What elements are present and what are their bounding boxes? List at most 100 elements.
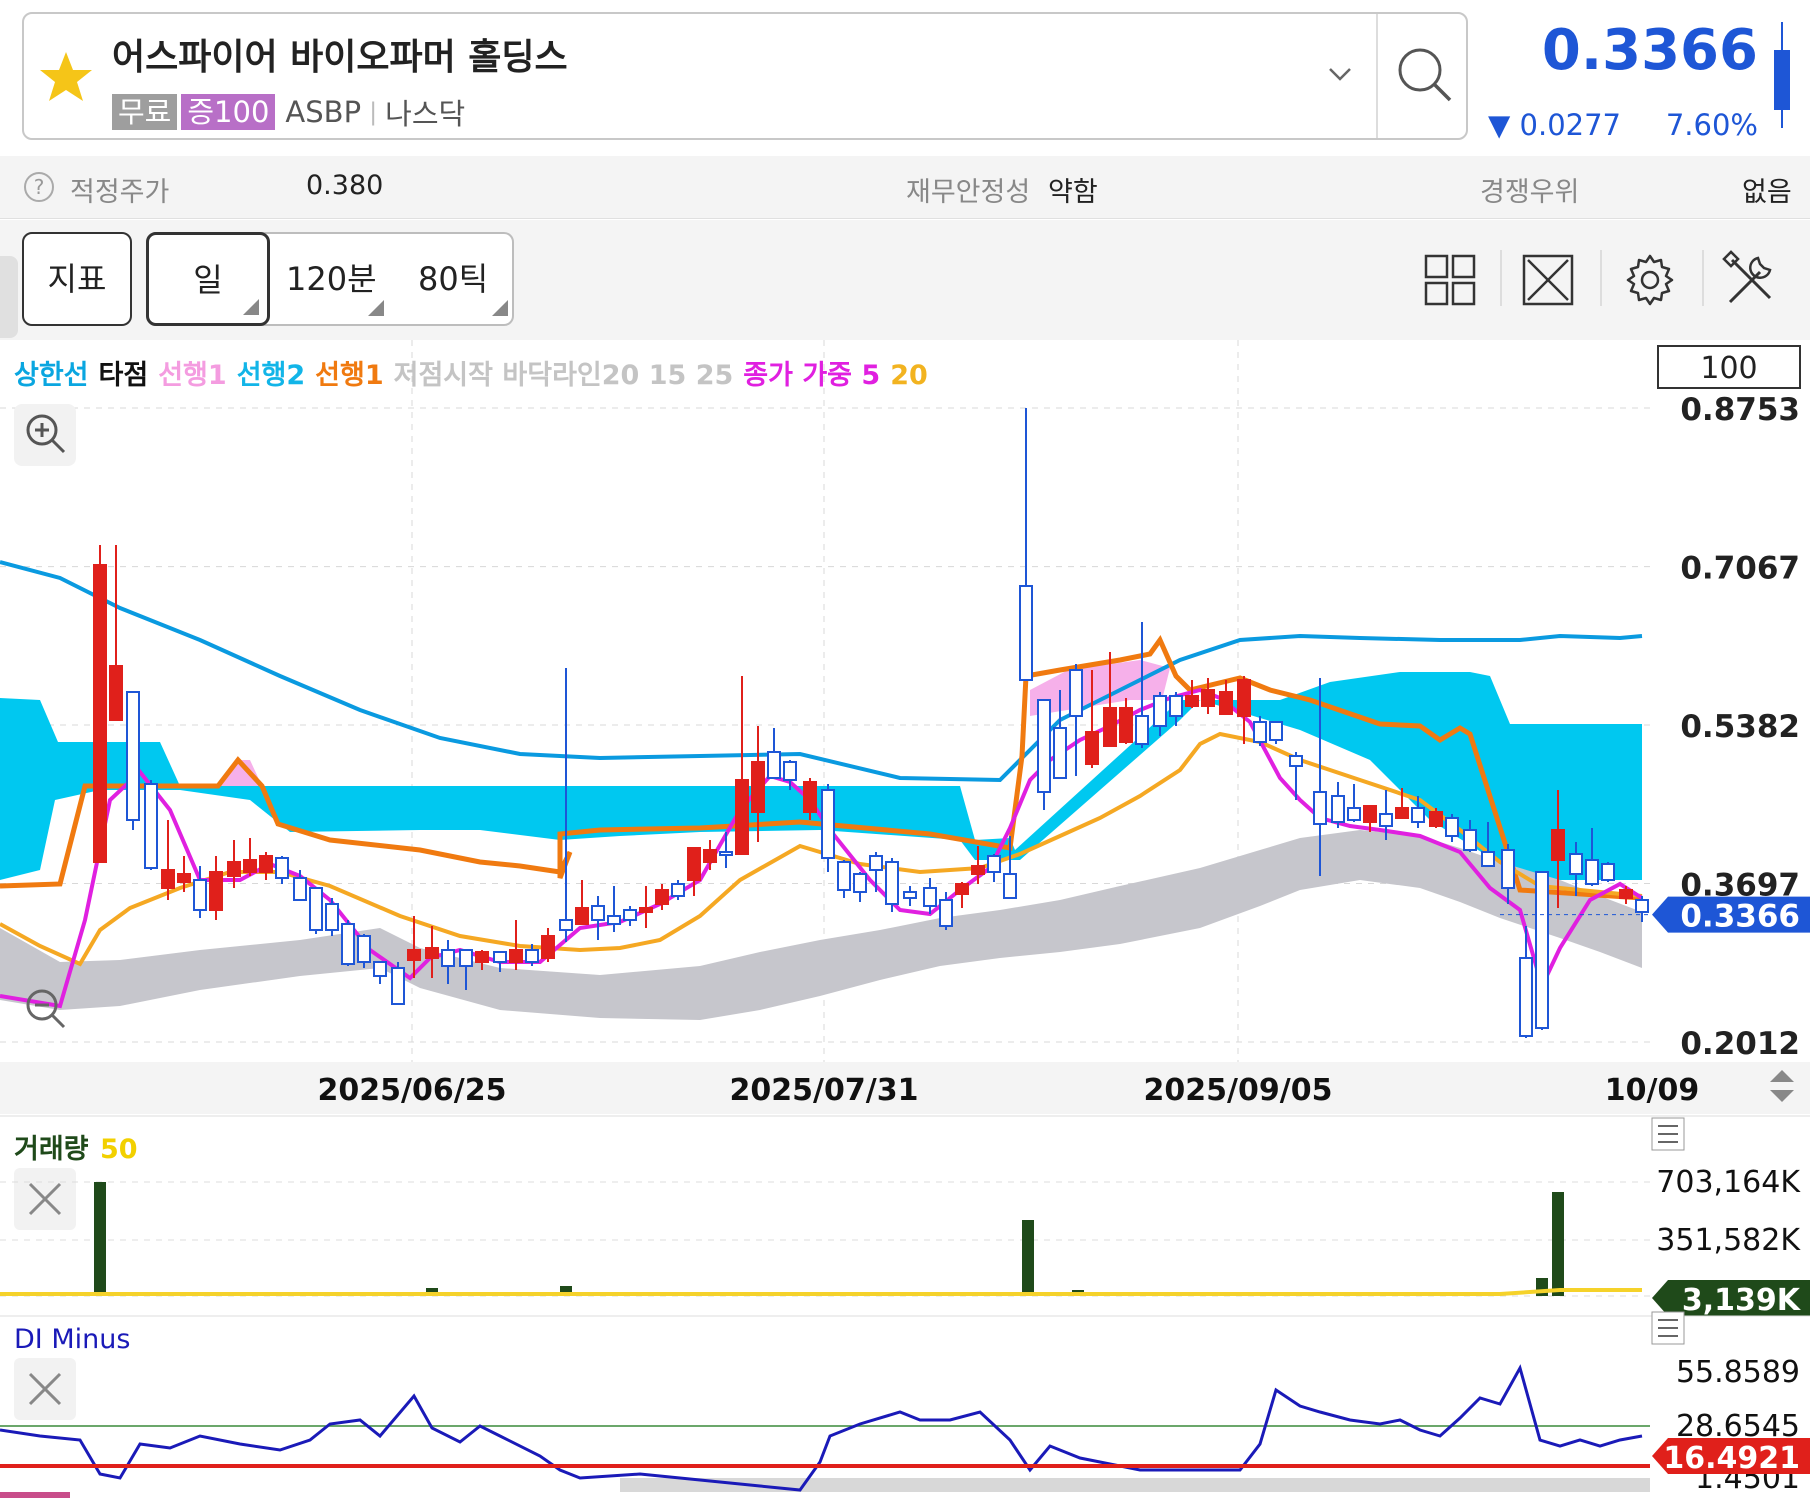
candle-body — [1445, 817, 1459, 837]
candle-body — [671, 883, 685, 897]
candle-body — [1219, 691, 1233, 715]
mini-candle-icon — [1774, 22, 1790, 128]
candle-body — [391, 967, 405, 1005]
candle-body — [639, 907, 653, 913]
down-candle — [671, 880, 685, 900]
volume-tick-label: 703,164K — [1656, 1165, 1801, 1200]
legend-item: 저점시작 바닥라인20 15 25 — [394, 360, 734, 391]
fair-price-value: 0.380 — [306, 170, 384, 201]
menu-icon[interactable] — [1651, 1311, 1685, 1345]
volume-title: 거래량 — [14, 1134, 89, 1165]
candle-body — [126, 691, 140, 821]
candle-body — [243, 859, 257, 873]
candle-body — [939, 899, 953, 927]
toolbar-separator — [1702, 250, 1704, 306]
candle-body — [719, 851, 733, 856]
candle-body — [1037, 699, 1051, 793]
di-minus-line — [0, 1364, 1643, 1492]
candle-body — [177, 873, 191, 883]
candle-body — [1463, 829, 1477, 851]
legend-item: 20 — [890, 360, 928, 391]
side-drawer-handle[interactable] — [0, 256, 18, 338]
price-tick-label: 0.7067 — [1680, 551, 1800, 587]
ticker-symbol: ASBP — [285, 95, 362, 129]
current-price-tag-label: 0.3366 — [1680, 899, 1800, 935]
candle-body — [93, 564, 107, 863]
candle-body — [161, 869, 175, 889]
candle-body — [1313, 791, 1327, 825]
candle-body — [783, 761, 797, 781]
candle-body — [1019, 585, 1033, 681]
period-120min-button[interactable]: 120분 — [286, 232, 396, 326]
candle-body — [1119, 707, 1133, 743]
legend-item: 상한선 — [14, 360, 89, 391]
candle-body — [373, 961, 387, 977]
period-80tick-button[interactable]: 80틱 — [418, 232, 510, 326]
candle-body — [1253, 721, 1267, 743]
date-axis: 2025/06/25 2025/07/31 2025/09/05 10/09 — [0, 1062, 1810, 1114]
candle-body — [341, 923, 355, 965]
price-change: ▼ 0.0277 — [1488, 108, 1621, 142]
menu-icon[interactable] — [1651, 1117, 1685, 1151]
price-tick-label: 0.5382 — [1680, 709, 1800, 745]
candle-body — [1237, 679, 1251, 717]
stability-label: 재무안정성 — [906, 177, 1031, 208]
chevron-down-icon[interactable] — [1322, 56, 1358, 92]
candle-body — [275, 857, 289, 879]
legend-item: 타점 — [99, 360, 149, 391]
candle-body — [1185, 695, 1199, 707]
fair-price-label: 적정주가 — [70, 177, 170, 208]
candle-body — [309, 887, 323, 931]
date-tick-label: 2025/07/31 — [730, 1073, 919, 1108]
candle-body — [325, 903, 339, 931]
up-candle — [1429, 808, 1443, 828]
close-icon[interactable] — [14, 1358, 76, 1420]
period-80tick-label: 80틱 — [418, 260, 489, 298]
candle-body — [509, 949, 523, 963]
legend-item: 선행1 — [315, 360, 383, 391]
candle-body — [751, 761, 765, 813]
candle-body — [885, 861, 899, 905]
candle-body — [1429, 811, 1443, 827]
candle-body — [1269, 721, 1283, 741]
gear-icon[interactable] — [1622, 250, 1678, 310]
date-tick-label: 2025/09/05 — [1144, 1073, 1333, 1108]
favorite-star-icon[interactable] — [36, 48, 96, 108]
indicator-button[interactable]: 지표 — [22, 232, 132, 326]
bottom-accent — [0, 1492, 70, 1498]
layout-grid-icon[interactable] — [1422, 250, 1478, 310]
candle-body — [357, 935, 371, 963]
stock-chart[interactable]: 1000.87530.70670.53820.36970.20120.3366 … — [0, 340, 1810, 1498]
tools-icon[interactable] — [1722, 250, 1778, 310]
market-name: 나스닥 — [385, 97, 466, 131]
candle-body — [407, 949, 421, 961]
candle-body — [1053, 727, 1067, 779]
candle-body — [853, 873, 867, 893]
candle-body — [1201, 689, 1215, 707]
period-day-label: 일 — [193, 261, 223, 299]
legend-item: 선행2 — [237, 360, 305, 391]
candle-body — [425, 947, 439, 959]
candle-body — [687, 847, 701, 881]
di-scroll-bar — [620, 1478, 1650, 1492]
down-candle — [1535, 871, 1549, 1030]
zoom-in-icon[interactable] — [14, 404, 76, 466]
candle-body — [109, 665, 123, 721]
down-candle — [309, 887, 323, 934]
help-icon[interactable]: ? — [24, 172, 54, 202]
candle-body — [1551, 829, 1565, 859]
down-candle — [885, 858, 899, 912]
candle-body — [525, 949, 539, 963]
candle-body — [623, 909, 637, 921]
free-badge: 무료 — [112, 94, 178, 130]
current-price: 0.3366 — [1541, 18, 1758, 83]
search-icon[interactable] — [1390, 40, 1460, 110]
candle-body — [987, 855, 1001, 873]
period-day-button[interactable]: 일 — [146, 232, 270, 326]
close-icon[interactable] — [14, 1168, 76, 1230]
price-tick-label: 0.8753 — [1680, 392, 1800, 428]
expand-icon[interactable] — [1520, 250, 1576, 310]
candle-body — [869, 855, 883, 871]
price-tick-label: 0.2012 — [1680, 1026, 1800, 1062]
volume-current-label: 3,139K — [1682, 1283, 1802, 1318]
